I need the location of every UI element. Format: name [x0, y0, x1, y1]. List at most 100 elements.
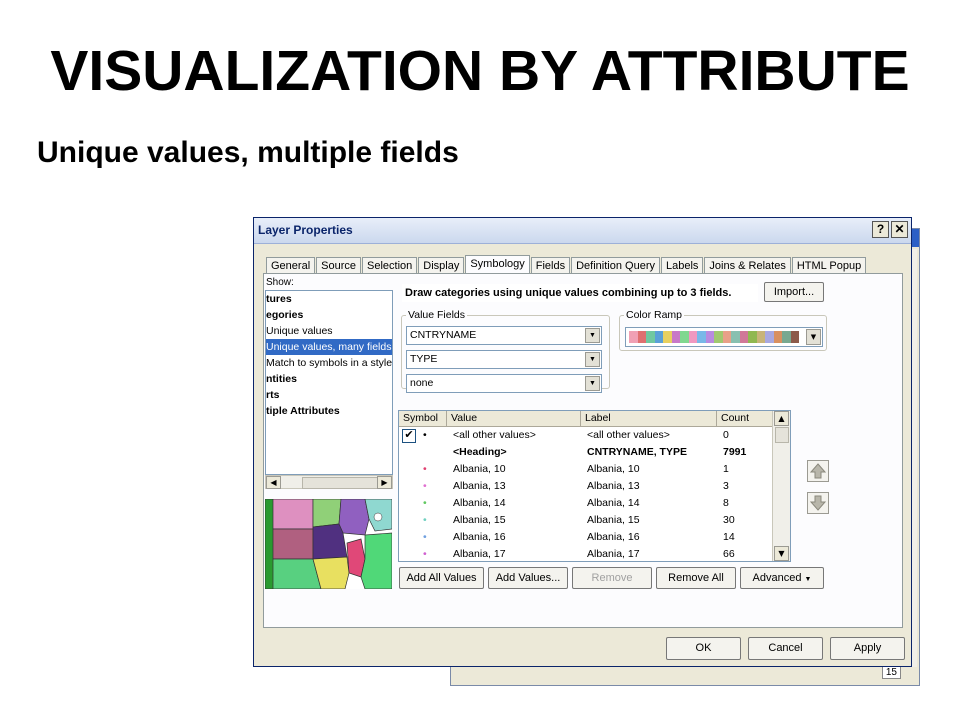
scroll-down-icon[interactable]: ▼ — [774, 546, 789, 561]
table-cell-value: <Heading> — [453, 446, 507, 458]
color-ramp-swatch — [782, 331, 791, 343]
symbol-swatch[interactable]: • — [423, 531, 427, 543]
value-field-1-select[interactable]: CNTRYNAME ▼ — [406, 326, 602, 345]
dialog-title: Layer Properties — [258, 223, 353, 237]
map-region — [312, 499, 342, 528]
table-row[interactable]: • Albania, 15 Albania, 15 30 — [399, 513, 773, 530]
table-row[interactable]: • Albania, 13 Albania, 13 3 — [399, 479, 773, 496]
chevron-down-icon[interactable]: ▼ — [806, 329, 821, 345]
value-field-3-select[interactable]: none ▼ — [406, 374, 602, 393]
show-item-unique-values-many-fields[interactable]: Unique values, many fields — [266, 339, 392, 355]
color-ramp-swatch — [714, 331, 723, 343]
chevron-down-icon[interactable]: ▼ — [585, 328, 600, 343]
column-value[interactable]: Value — [447, 411, 581, 427]
scroll-left-icon[interactable]: ◀ — [266, 476, 281, 489]
show-item-categories[interactable]: egories — [266, 307, 392, 323]
chevron-down-icon[interactable]: ▼ — [585, 376, 600, 391]
ok-button[interactable]: OK — [666, 637, 741, 660]
move-up-button[interactable] — [807, 460, 829, 482]
table-row[interactable]: ✔ • <all other values> <all other values> 0 — [399, 428, 773, 445]
table-cell-label: Albania, 13 — [587, 480, 640, 492]
show-item-multiple-attributes[interactable]: tiple Attributes — [266, 403, 392, 419]
show-item-quantities[interactable]: ntities — [266, 371, 392, 387]
symbol-swatch[interactable]: • — [423, 463, 427, 475]
color-ramp-swatch — [722, 331, 731, 343]
map-region — [265, 499, 274, 589]
table-cell-value: Albania, 14 — [453, 497, 506, 509]
table-cell-value: Albania, 13 — [453, 480, 506, 492]
symbol-swatch[interactable]: • — [423, 514, 427, 526]
color-ramp-swatch — [790, 331, 799, 343]
table-cell-label: Albania, 17 — [587, 548, 640, 560]
value-fields-legend: Value Fields — [408, 309, 466, 321]
remove-button[interactable]: Remove — [572, 567, 652, 589]
description-text: Draw categories using unique values comb… — [402, 284, 758, 302]
symbol-swatch[interactable]: • — [423, 480, 427, 492]
color-ramp-swatch — [629, 331, 638, 343]
chevron-down-icon: ▼ — [804, 576, 812, 583]
symbol-checkbox[interactable]: ✔ — [402, 429, 416, 443]
scroll-thumb[interactable] — [775, 427, 789, 443]
import-button[interactable]: Import... — [764, 282, 824, 302]
table-row[interactable]: • Albania, 10 Albania, 10 1 — [399, 462, 773, 479]
scroll-thumb[interactable] — [302, 477, 378, 489]
symbol-swatch[interactable]: • — [423, 429, 427, 441]
table-cell-label: Albania, 10 — [587, 463, 640, 475]
table-row[interactable]: • Albania, 16 Albania, 16 14 — [399, 530, 773, 547]
add-values-button[interactable]: Add Values... — [488, 567, 568, 589]
chevron-down-icon[interactable]: ▼ — [585, 352, 600, 367]
add-all-values-button[interactable]: Add All Values — [399, 567, 484, 589]
table-row[interactable]: <Heading> CNTRYNAME, TYPE 7991 — [399, 445, 773, 462]
map-region — [265, 558, 322, 589]
apply-button[interactable]: Apply — [830, 637, 905, 660]
show-item-match-to-symbols[interactable]: Match to symbols in a style — [266, 355, 392, 371]
cancel-button[interactable]: Cancel — [748, 637, 823, 660]
table-vscrollbar[interactable]: ▲ ▼ — [772, 411, 790, 561]
background-window-page-number: 15 — [881, 666, 901, 679]
column-symbol[interactable]: Symbol — [399, 411, 447, 427]
color-ramp-swatch — [646, 331, 655, 343]
column-count[interactable]: Count — [717, 411, 773, 427]
table-row[interactable]: • Albania, 17 Albania, 17 66 — [399, 547, 773, 561]
dialog-titlebar: Layer Properties ? ✕ — [254, 218, 911, 244]
table-cell-value: Albania, 15 — [453, 514, 506, 526]
column-label[interactable]: Label — [581, 411, 717, 427]
remove-all-button[interactable]: Remove All — [656, 567, 736, 589]
map-region — [360, 532, 392, 589]
color-ramp-select[interactable]: ▼ — [625, 327, 823, 347]
table-row[interactable]: • Albania, 14 Albania, 14 8 — [399, 496, 773, 513]
move-down-button[interactable] — [807, 492, 829, 514]
table-cell-value: Albania, 10 — [453, 463, 506, 475]
table-cell-label: CNTRYNAME, TYPE — [587, 446, 687, 458]
scroll-right-icon[interactable]: ▶ — [377, 476, 392, 489]
color-ramp-swatch — [671, 331, 680, 343]
scroll-up-icon[interactable]: ▲ — [774, 411, 789, 426]
show-item-charts[interactable]: rts — [266, 387, 392, 403]
value-field-3-value: none — [410, 377, 434, 389]
color-ramp-swatch — [654, 331, 663, 343]
symbol-swatch[interactable]: • — [423, 497, 427, 509]
color-ramp-swatch — [765, 331, 774, 343]
table-cell-value: Albania, 16 — [453, 531, 506, 543]
close-button[interactable]: ✕ — [891, 221, 908, 238]
table-cell-count: 14 — [723, 531, 735, 543]
arrow-up-icon — [809, 463, 827, 479]
show-item-features[interactable]: tures — [266, 291, 392, 307]
table-cell-value: <all other values> — [453, 429, 536, 441]
show-list-hscrollbar[interactable]: ◀ ▶ — [265, 475, 393, 489]
arrow-down-icon — [809, 495, 827, 511]
color-ramp-legend: Color Ramp — [626, 309, 683, 321]
help-button[interactable]: ? — [872, 221, 889, 238]
show-list: tures egories Unique values Unique value… — [265, 290, 393, 475]
symbol-swatch[interactable]: • — [423, 548, 427, 560]
color-ramp-swatch — [688, 331, 697, 343]
table-header: Symbol Value Label Count — [399, 411, 773, 427]
value-field-2-select[interactable]: TYPE ▼ — [406, 350, 602, 369]
table-cell-count: 3 — [723, 480, 729, 492]
table-cell-count: 66 — [723, 548, 735, 560]
advanced-button[interactable]: Advanced ▼ — [740, 567, 824, 589]
show-item-unique-values[interactable]: Unique values — [266, 323, 392, 339]
table-cell-count: 1 — [723, 463, 729, 475]
slide-title: VISUALIZATION BY ATTRIBUTE — [50, 39, 910, 103]
table-cell-count: 0 — [723, 429, 729, 441]
